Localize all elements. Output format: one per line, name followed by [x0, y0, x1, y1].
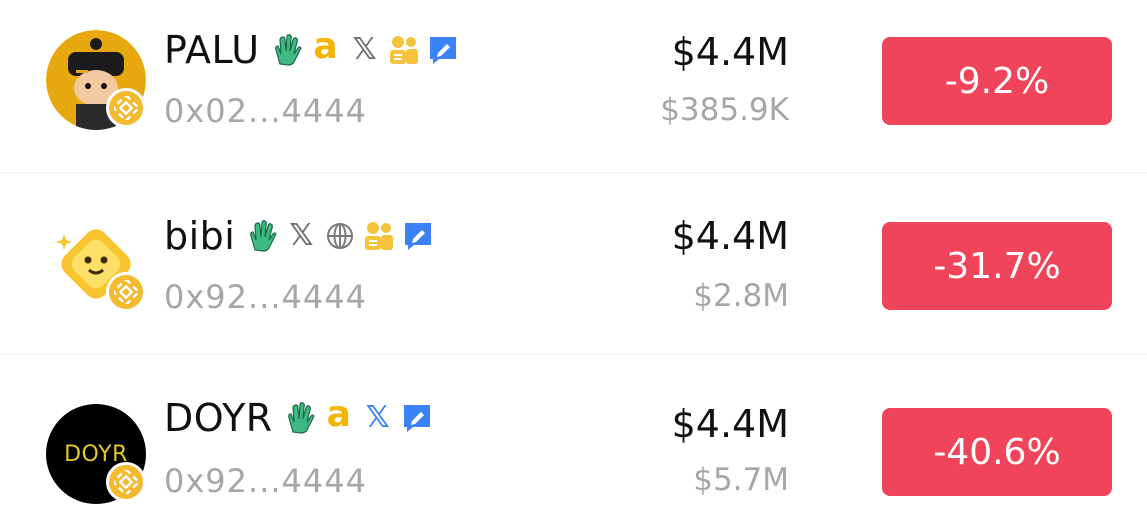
wave-hand-icon[interactable]	[245, 219, 279, 253]
token-address[interactable]: 0x02...4444	[164, 92, 367, 130]
token-list: PALU a 𝕏 0x02...4444 $4.4M $385.9K -9.2%	[0, 0, 1147, 523]
token-name-line: DOYR a 𝕏	[164, 394, 439, 442]
row-divider	[0, 172, 1147, 173]
price-change-button[interactable]: -40.6%	[882, 408, 1112, 496]
edit-icon[interactable]	[401, 219, 435, 253]
token-row-bibi[interactable]: bibi 𝕏 0x92...4444 $4.4M $2.8M -31.7%	[0, 174, 1147, 348]
market-cap-value: $4.4M	[671, 30, 789, 74]
token-avatar-container: DOYR	[46, 404, 146, 504]
token-address[interactable]: 0x92...4444	[164, 278, 367, 316]
x-icon[interactable]: 𝕏	[284, 219, 318, 253]
bnb-chain-badge-icon	[106, 272, 146, 312]
token-address[interactable]: 0x92...4444	[164, 462, 367, 500]
edit-icon[interactable]	[426, 33, 460, 67]
token-name-line: bibi 𝕏	[164, 212, 440, 260]
wave-hand-icon[interactable]	[270, 33, 304, 67]
x-icon[interactable]: 𝕏	[348, 33, 382, 67]
volume-value: $5.7M	[693, 462, 789, 498]
community-icon[interactable]	[387, 33, 421, 67]
token-avatar-container	[46, 214, 146, 314]
price-change-button[interactable]: -31.7%	[882, 222, 1112, 310]
token-avatar-container	[46, 30, 146, 130]
token-name: PALU	[164, 28, 260, 72]
globe-icon[interactable]	[323, 219, 357, 253]
bnb-chain-badge-icon	[106, 88, 146, 128]
community-icon[interactable]	[362, 219, 396, 253]
token-name: bibi	[164, 214, 236, 258]
market-cap-value: $4.4M	[671, 214, 789, 258]
ave-a-icon[interactable]: a	[322, 397, 356, 435]
bnb-chain-badge-icon	[106, 462, 146, 502]
edit-icon[interactable]	[400, 401, 434, 435]
volume-value: $2.8M	[693, 278, 789, 314]
token-row-doyr[interactable]: DOYR DOYR a 𝕏 0x92...4444 $4.4M $5.7M -4…	[0, 348, 1147, 522]
wave-hand-icon[interactable]	[283, 401, 317, 435]
volume-value: $385.9K	[660, 92, 789, 128]
market-cap-value: $4.4M	[671, 402, 789, 446]
ave-a-icon[interactable]: a	[309, 29, 343, 67]
token-name-line: PALU a 𝕏	[164, 26, 465, 74]
token-name: DOYR	[164, 396, 273, 440]
x-icon[interactable]: 𝕏	[361, 401, 395, 435]
token-row-palu[interactable]: PALU a 𝕏 0x02...4444 $4.4M $385.9K -9.2%	[0, 0, 1147, 174]
price-change-button[interactable]: -9.2%	[882, 37, 1112, 125]
